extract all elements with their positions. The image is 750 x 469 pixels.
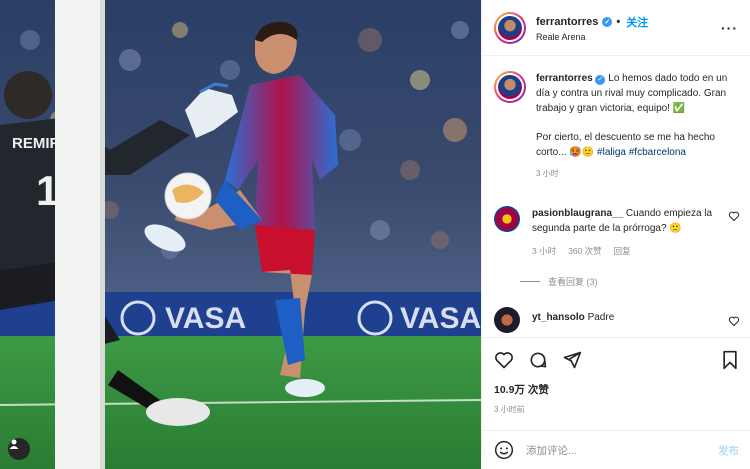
post-time: 3 小时前 — [494, 405, 525, 414]
share-icon[interactable] — [562, 350, 582, 370]
comment-icon[interactable] — [528, 350, 548, 370]
bookmark-icon[interactable] — [721, 350, 739, 370]
reply-button[interactable]: 回复 — [614, 244, 631, 259]
comment-like-icon[interactable] — [728, 210, 740, 222]
view-replies-button[interactable]: 查看回复 (3) — [520, 275, 598, 288]
author-username[interactable]: ferrantorres — [536, 16, 598, 28]
verified-badge-icon: ✓ — [602, 16, 613, 27]
more-options-icon[interactable]: ··· — [721, 20, 738, 36]
commenter-avatar[interactable] — [494, 307, 520, 333]
post-header: ferrantorres ✓ • 关注 Reale Arena ··· — [482, 0, 750, 56]
add-comment-bar: 添加评论... 发布 — [482, 430, 750, 469]
like-icon[interactable] — [494, 350, 514, 370]
like-count[interactable]: 10.9万 次赞 — [494, 382, 739, 397]
post-location[interactable]: Reale Arena — [536, 32, 721, 42]
comment-item: pasionblaugrana__ Cuando empieza la segu… — [494, 206, 740, 259]
match-photo: VASA VASA REMIRO 1 — [0, 0, 481, 469]
comment-item: yt_hansolo Padre — [494, 307, 740, 333]
comments-scroll[interactable]: ferrantorres ✓ Lo hemos dado todo en un … — [482, 57, 750, 337]
tagged-users-button[interactable] — [8, 438, 30, 460]
comment-username[interactable]: pasionblaugrana__ — [532, 208, 623, 219]
author-avatar[interactable] — [494, 11, 526, 44]
comment-time: 3 小时 — [532, 246, 557, 256]
post-details-panel: ferrantorres ✓ • 关注 Reale Arena ··· ferr… — [481, 0, 750, 469]
follow-button[interactable]: 关注 — [626, 14, 648, 30]
commenter-avatar[interactable] — [494, 206, 520, 232]
emoji-icon[interactable] — [494, 440, 514, 460]
post-comment-button[interactable]: 发布 — [718, 443, 739, 458]
comment-input[interactable]: 添加评论... — [526, 443, 718, 458]
caption: ferrantorres ✓ Lo hemos dado todo en un … — [494, 71, 739, 181]
caption-time: 3 小时 — [536, 169, 559, 178]
user-icon — [9, 439, 19, 449]
goal-post — [55, 0, 100, 469]
caption-username[interactable]: ferrantorres — [536, 73, 593, 84]
comment-likes[interactable]: 360 次赞 — [568, 244, 602, 259]
comment-text: Padre — [587, 312, 615, 323]
verified-badge-icon: ✓ — [595, 74, 606, 85]
post-photo[interactable]: VASA VASA REMIRO 1 — [0, 0, 481, 469]
comment-username[interactable]: yt_hansolo — [532, 312, 585, 323]
comment-like-icon[interactable] — [728, 315, 740, 327]
post-actions: 10.9万 次赞 3 小时前 — [482, 337, 750, 433]
caption-avatar[interactable] — [494, 71, 526, 103]
ad-board-text-2: VASA — [400, 302, 481, 335]
hashtag-fcbarcelona[interactable]: #fcbarcelona — [629, 147, 686, 158]
hashtag-laliga[interactable]: #laliga — [597, 147, 626, 158]
ad-board-text-1: VASA — [165, 302, 246, 335]
caption-text-2: Por cierto, el descuento se me ha hecho … — [536, 132, 715, 158]
